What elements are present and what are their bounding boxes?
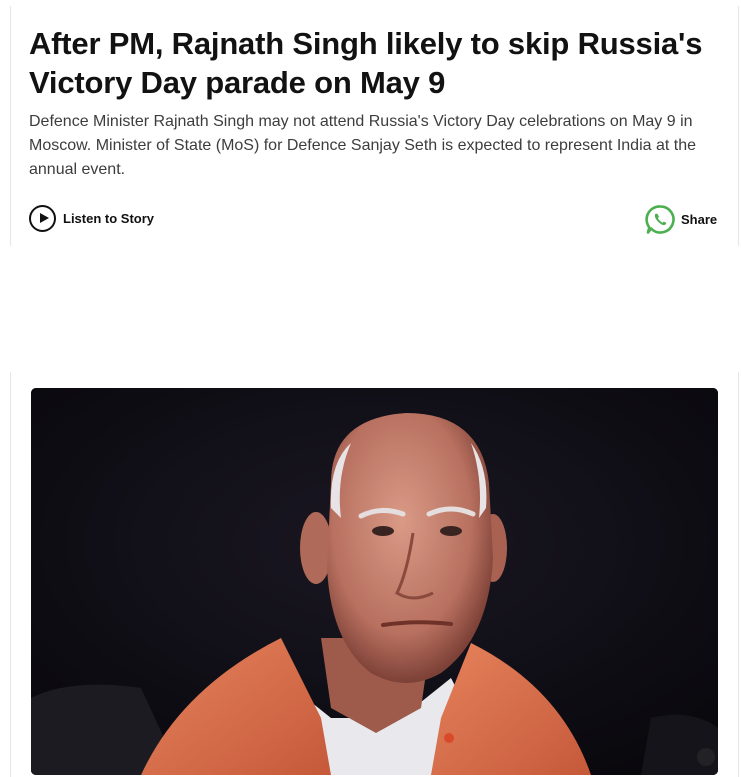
listen-to-story-label: Listen to Story (63, 211, 155, 226)
article-summary: Defence Minister Rajnath Singh may not a… (29, 113, 696, 178)
whatsapp-icon (645, 204, 676, 235)
article-headline: After PM, Rajnath Singh likely to skip R… (29, 26, 703, 100)
share-label: Share (681, 212, 718, 227)
play-circle-icon (29, 205, 56, 232)
share-button[interactable]: Share (645, 204, 717, 235)
listen-to-story-button[interactable]: Listen to Story (29, 205, 154, 232)
article-hero-image[interactable] (31, 388, 718, 775)
